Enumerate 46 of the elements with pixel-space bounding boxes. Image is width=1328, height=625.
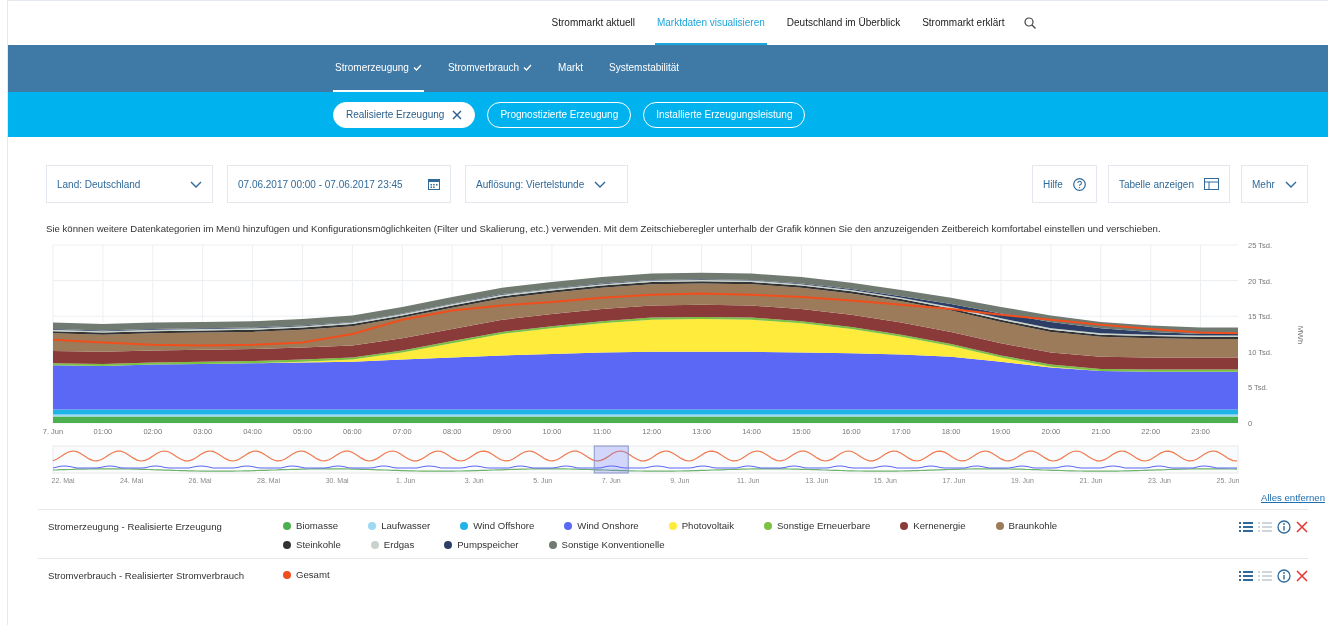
legend-label[interactable]: Kernenergie (913, 520, 966, 531)
table-button[interactable]: Tabelle anzeigen (1107, 165, 1230, 203)
series-group-label: Stromerzeugung - Realisierte Erzeugung (48, 520, 223, 532)
legend-label[interactable]: Gesamt (296, 569, 330, 580)
calendar-icon (428, 178, 440, 190)
series-group-label: Stromverbrauch - Realisierter Stromverbrauch (48, 569, 246, 581)
chevron-down-icon (1284, 180, 1297, 188)
chevron-down-icon (594, 180, 607, 188)
legend-label[interactable]: Sonstige Erneuerbare (776, 520, 871, 531)
legend-label[interactable]: Biomasse (296, 520, 339, 531)
close-icon[interactable] (1296, 570, 1308, 582)
legend-label[interactable]: Wind Onshore (577, 520, 639, 531)
chevron-down-icon (190, 180, 202, 188)
resolution-dropdown[interactable]: Auflösung: Viertelstunde (465, 165, 628, 203)
remove-all-link[interactable]: Alles entfernen (1261, 492, 1325, 503)
filter-chip[interactable]: Realisierte Erzeugung (333, 101, 476, 128)
legend-label[interactable]: Pumpspeicher (457, 539, 519, 550)
sub-nav-tab[interactable]: Systemstabilität (607, 45, 682, 92)
search-icon[interactable] (1024, 17, 1037, 29)
date-range-field[interactable]: 07.06.2017 00:00 - 07.06.2017 23:45 (227, 165, 451, 203)
country-dropdown[interactable]: Land: Deutschland (46, 165, 213, 203)
info-icon[interactable] (1277, 520, 1291, 534)
table-icon (1204, 178, 1219, 190)
legend-label[interactable]: Wind Offshore (473, 520, 535, 531)
legend-label[interactable]: Braunkohle (1008, 520, 1058, 531)
legend-label[interactable]: Photovoltaik (681, 520, 734, 531)
sub-nav-tab[interactable]: Markt (556, 45, 586, 92)
close-icon[interactable] (1296, 521, 1308, 533)
range-handle[interactable] (593, 445, 629, 474)
info-text: Sie können weitere Datenkategorien im Menü hinzufügen und Konfigurationsmöglichkeiten (Filter und Skalierung, etc.) verwenden. Mit dem Zeitschieberegler unterhalb der Grafik können Sie den anzuzeigenden Zeitbereich komfortabel einstellen und verschieben. (46, 223, 1162, 234)
help-button[interactable]: Hilfe (1031, 165, 1097, 203)
close-icon[interactable] (452, 109, 463, 120)
sub-nav-tab[interactable]: Stromverbrauch (445, 45, 535, 92)
more-dropdown[interactable]: Mehr (1241, 165, 1308, 203)
legend-label[interactable]: Sonstige Konventionelle (561, 539, 665, 550)
legend-label[interactable]: Erdgas (383, 539, 415, 550)
list-icon[interactable] (1239, 570, 1253, 582)
nav-link[interactable]: Deutschland im Überblick (784, 1, 903, 45)
legend-label[interactable]: Steinkohle (296, 539, 341, 550)
legend-label[interactable]: Laufwasser (381, 520, 431, 531)
info-icon[interactable] (1277, 569, 1291, 583)
list-icon[interactable] (1239, 521, 1253, 533)
axis-title: MWh (1296, 325, 1305, 345)
help-icon (1072, 177, 1086, 191)
nav-link[interactable]: Strommarkt erklärt (920, 1, 1007, 45)
nav-link[interactable]: Strommarkt aktuell (549, 1, 637, 45)
